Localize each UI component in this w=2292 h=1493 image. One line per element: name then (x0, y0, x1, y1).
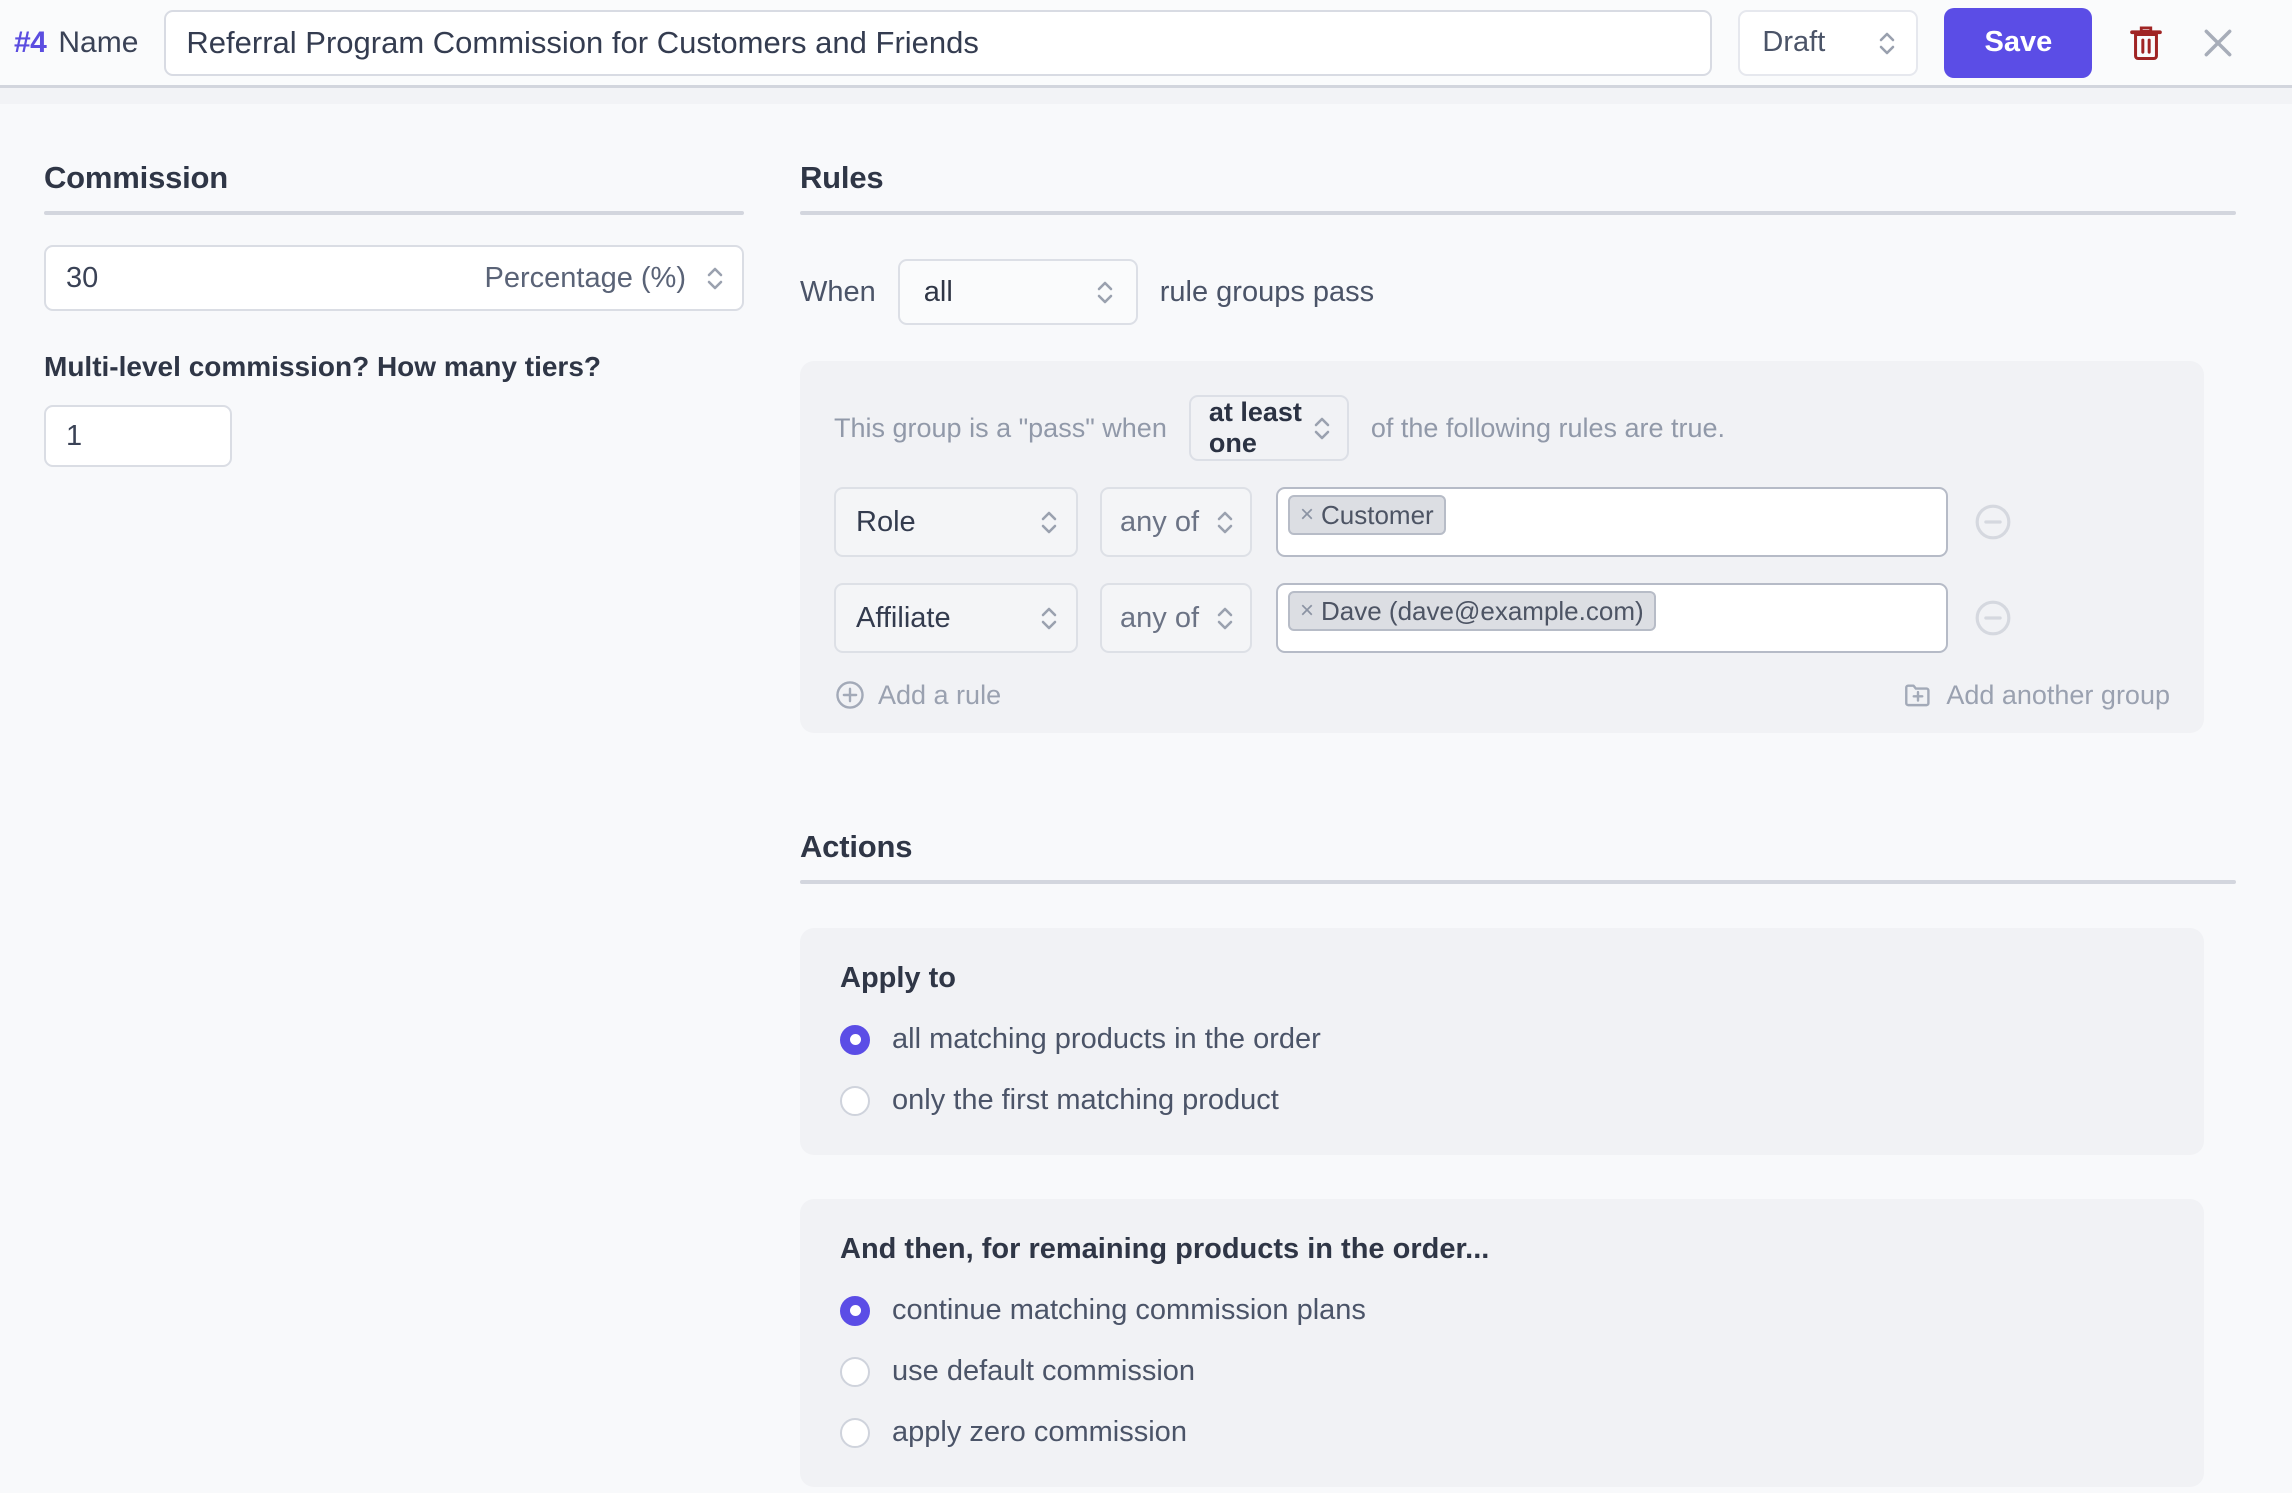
radio-icon[interactable] (840, 1024, 870, 1055)
close-icon (2204, 29, 2232, 56)
radio-icon[interactable] (840, 1356, 870, 1387)
rule-group-footer: Add a rule Add another group (834, 679, 2170, 711)
rule-operator-select[interactable]: any of (1100, 487, 1252, 557)
rule-field-value: Affiliate (856, 601, 951, 634)
radio-icon[interactable] (840, 1295, 870, 1326)
remaining-option-label: apply zero commission (892, 1416, 1187, 1448)
delete-button[interactable] (2124, 21, 2168, 65)
actions-heading: Actions (800, 829, 2240, 884)
add-rule-label: Add a rule (878, 679, 1002, 710)
rule-operator-value: any of (1120, 505, 1199, 538)
status-select-value: Draft (1762, 26, 1826, 58)
tiers-input[interactable] (44, 405, 232, 467)
tag-remove-icon[interactable]: × (1300, 501, 1314, 529)
chevron-updown-icon (1880, 32, 1895, 54)
rule-operator-select[interactable]: any of (1100, 583, 1252, 653)
actions-section-divider (800, 880, 2236, 884)
chevron-updown-icon (1097, 281, 1113, 304)
commission-amount-input[interactable] (66, 261, 396, 295)
apply-to-option-label: all matching products in the order (892, 1023, 1321, 1055)
tag-label: Customer (1321, 499, 1434, 530)
chevron-updown-icon (1041, 511, 1057, 534)
trash-icon (2130, 26, 2163, 60)
tag-label: Dave (dave@example.com) (1321, 595, 1644, 626)
rule-values-input[interactable]: × Dave (dave@example.com) (1276, 583, 1948, 653)
rule-row: Role any of × Customer (834, 487, 2170, 557)
actions-section-title: Actions (800, 829, 913, 864)
group-pass-row: This group is a "pass" when at least one… (834, 395, 2170, 461)
remaining-option-default-commission[interactable]: use default commission (840, 1355, 2164, 1388)
commission-column: Commission Percentage (%) Multi-level co… (44, 160, 744, 467)
group-pass-suffix-label: of the following rules are true. (1370, 412, 1726, 443)
radio-icon[interactable] (840, 1417, 870, 1448)
name-input[interactable] (164, 9, 1713, 76)
when-select[interactable]: all (897, 259, 1138, 325)
commission-unit-select-value: Percentage (%) (484, 261, 687, 294)
remaining-products-title: And then, for remaining products in the … (840, 1233, 1490, 1265)
remaining-option-label: continue matching commission plans (892, 1294, 1366, 1326)
when-row: When all rule groups pass (800, 259, 2240, 325)
rule-values-input[interactable]: × Customer (1276, 487, 1948, 557)
close-button[interactable] (2196, 21, 2240, 65)
remove-rule-button[interactable] (1974, 503, 2012, 541)
remaining-option-zero-commission[interactable]: apply zero commission (840, 1416, 2164, 1449)
chevron-updown-icon (1041, 607, 1057, 630)
save-button[interactable]: Save (1944, 7, 2093, 78)
commission-section-title: Commission (44, 160, 229, 195)
apply-to-option-first-matching[interactable]: only the first matching product (840, 1084, 2164, 1117)
header-underline-strip (0, 88, 2292, 104)
rule-field-value: Role (856, 505, 916, 538)
editor-header: #4 Name Draft Save (0, 0, 2292, 88)
chevron-updown-icon[interactable] (704, 261, 726, 295)
folder-plus-icon (1905, 684, 1930, 707)
chevron-updown-icon (1314, 417, 1330, 440)
remaining-option-continue-matching[interactable]: continue matching commission plans (840, 1294, 2164, 1327)
value-tag[interactable]: × Customer (1288, 495, 1446, 535)
radio-icon[interactable] (840, 1085, 870, 1116)
group-pass-prefix-label: This group is a "pass" when (834, 412, 1167, 443)
rules-section-divider (800, 211, 2236, 215)
chevron-updown-icon (1217, 511, 1233, 534)
add-group-label: Add another group (1946, 679, 2170, 710)
apply-to-option-label: only the first matching product (892, 1084, 1279, 1116)
tiers-question-label: Multi-level commission? How many tiers? (44, 351, 602, 382)
commission-amount-field[interactable]: Percentage (%) (44, 245, 744, 311)
remaining-option-label: use default commission (892, 1355, 1196, 1387)
apply-to-panel: Apply to all matching products in the or… (800, 928, 2204, 1155)
remove-rule-button[interactable] (1974, 599, 2012, 637)
rule-field-select[interactable]: Affiliate (834, 583, 1078, 653)
circle-plus-icon (836, 681, 864, 709)
rules-section-title: Rules (800, 160, 884, 195)
commission-section-divider (44, 211, 744, 215)
add-group-button[interactable]: Add another group (1902, 679, 2170, 711)
chevron-updown-icon (1217, 607, 1233, 630)
rules-actions-column: Rules When all rule groups pass This gro… (800, 160, 2240, 1487)
status-select[interactable]: Draft (1738, 9, 1919, 76)
rule-field-select[interactable]: Role (834, 487, 1078, 557)
add-rule-button[interactable]: Add a rule (834, 679, 1001, 711)
apply-to-option-all-matching[interactable]: all matching products in the order (840, 1023, 2164, 1056)
apply-to-title: Apply to (840, 962, 956, 994)
rule-operator-value: any of (1120, 601, 1199, 634)
when-prefix-label: When (800, 275, 876, 308)
when-select-value: all (923, 275, 953, 308)
name-field-label: Name (58, 25, 139, 59)
rule-row: Affiliate any of × Dave (dave@example.co… (834, 583, 2170, 653)
value-tag[interactable]: × Dave (dave@example.com) (1288, 591, 1656, 631)
rule-group-panel: This group is a "pass" when at least one… (800, 361, 2204, 733)
tag-remove-icon[interactable]: × (1300, 597, 1314, 625)
group-pass-select[interactable]: at least one (1188, 395, 1349, 461)
record-id: #4 (14, 25, 47, 59)
group-pass-select-value: at least one (1208, 397, 1302, 458)
when-suffix-label: rule groups pass (1159, 275, 1375, 308)
remaining-products-panel: And then, for remaining products in the … (800, 1199, 2204, 1487)
